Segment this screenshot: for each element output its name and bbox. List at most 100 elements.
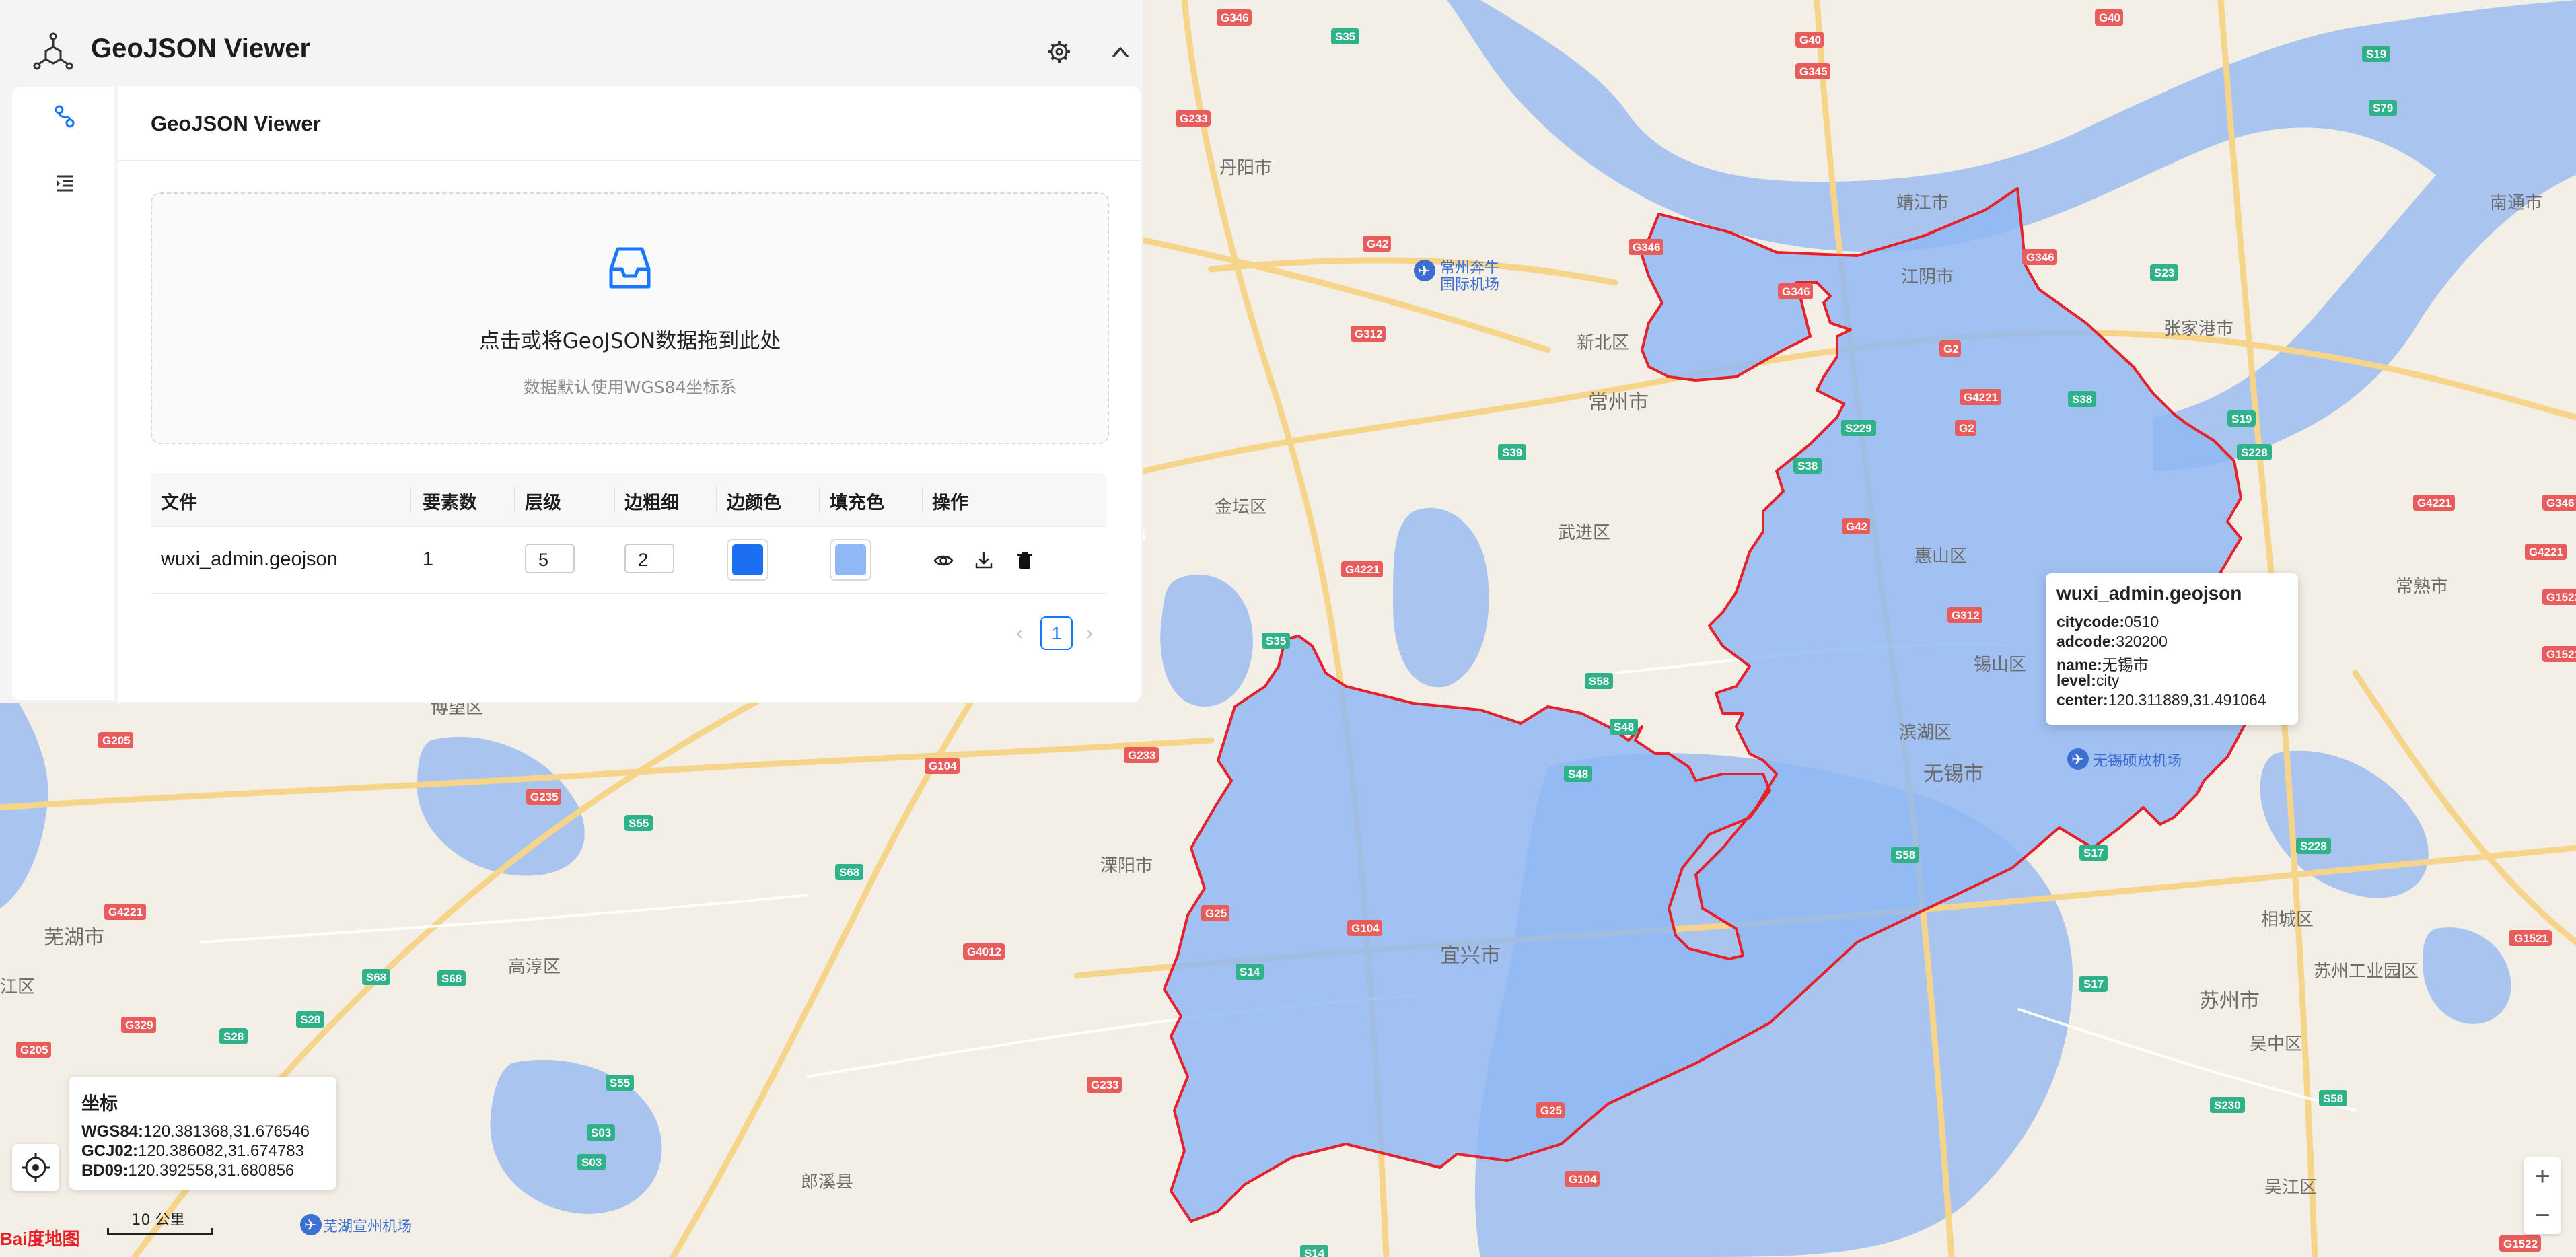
road-shield: G40: [1795, 32, 1824, 48]
download-icon[interactable]: [973, 550, 995, 571]
road-shield-label: G1521: [2514, 932, 2548, 945]
svg-text:✈: ✈: [1418, 262, 1430, 279]
place-label: 江阴市: [1901, 267, 1954, 287]
road-shield-label: G346: [1782, 285, 1810, 298]
upload-dropzone[interactable]: 点击或将GeoJSON数据拖到此处 数据默认使用WGS84坐标系: [151, 192, 1109, 444]
eye-icon[interactable]: [933, 550, 954, 571]
road-shield: G4221: [1960, 389, 2001, 405]
road-shield: S17: [2079, 976, 2108, 992]
road-shield: G4221: [2413, 495, 2455, 511]
road-shield: G205: [16, 1042, 51, 1058]
column-separator: [410, 487, 411, 512]
place-label: 苏州工业园区: [2314, 962, 2419, 982]
table-row: wuxi_admin.geojson 1 5 2: [151, 527, 1106, 594]
road-shield: G4221: [104, 904, 146, 920]
road-shield: S35: [1331, 28, 1359, 44]
place-label: 溧阳市: [1100, 856, 1153, 876]
zoom-out-button[interactable]: −: [2524, 1196, 2561, 1234]
tooltip-key: level:: [2056, 672, 2096, 689]
road-shield-label: G233: [1128, 749, 1156, 762]
road-shield-label: G235: [530, 791, 559, 803]
road-shield-label: G4221: [1345, 563, 1380, 576]
road-shield-label: S68: [441, 972, 462, 985]
road-shield: S68: [437, 970, 466, 986]
tooltip-row: adcode:320200: [2056, 633, 2168, 651]
zoom-in-button[interactable]: +: [2524, 1157, 2561, 1195]
zoom-control: + −: [2524, 1157, 2561, 1234]
road-shield: G4221: [2525, 544, 2567, 560]
feature-tooltip: wuxi_admin.geojson citycode:0510 adcode:…: [2046, 573, 2298, 725]
column-separator: [922, 487, 923, 512]
fill-color-picker[interactable]: [830, 539, 871, 581]
tooltip-value: 320200: [2116, 633, 2168, 650]
road-shield: S48: [1610, 719, 1638, 735]
road-shield: G346: [1217, 9, 1252, 26]
column-separator: [819, 487, 820, 512]
road-shield-label: G346: [1633, 241, 1661, 254]
road-shield-label: G346: [2546, 497, 2575, 509]
road-shield-label: S17: [2083, 978, 2104, 991]
road-shield: G25: [1201, 905, 1229, 921]
svg-text:✈: ✈: [304, 1217, 316, 1233]
road-shield-label: G346: [2026, 251, 2054, 264]
road-shield-label: S03: [581, 1156, 602, 1169]
column-header: 边颜色: [727, 493, 781, 513]
page-1-button[interactable]: 1: [1040, 616, 1073, 650]
road-shield-label: S35: [1335, 30, 1355, 43]
gear-icon[interactable]: [1044, 37, 1074, 67]
road-shield: G4012: [963, 943, 1005, 960]
locate-button[interactable]: [12, 1144, 59, 1191]
road-shield-label: S79: [2373, 102, 2393, 114]
road-shield: G346: [1778, 283, 1813, 299]
road-shield-label: G104: [929, 760, 957, 773]
road-shield-label: S14: [1304, 1247, 1325, 1257]
road-shield: G1521: [2510, 930, 2552, 946]
road-shield-label: G104: [1351, 922, 1380, 935]
place-label: 宜兴市: [1440, 944, 1501, 968]
road-shield: S03: [587, 1124, 615, 1141]
road-shield: G1521: [2542, 646, 2576, 662]
road-shield-label: S228: [2300, 840, 2327, 853]
road-shield-label: G42: [1846, 520, 1867, 533]
road-shield-label: S55: [629, 817, 649, 830]
road-shield-label: S35: [1266, 635, 1286, 647]
road-shield: S38: [1793, 458, 1822, 474]
coordinate-key: WGS84:: [81, 1122, 144, 1141]
road-shield-label: G4221: [108, 906, 143, 919]
indent-list-icon[interactable]: [51, 170, 78, 197]
column-header: 文件: [161, 493, 197, 513]
column-header: 填充色: [830, 493, 884, 513]
road-shield-label: G4221: [2417, 497, 2452, 509]
road-shield: S38: [2068, 391, 2096, 407]
road-shield-label: S48: [1614, 721, 1634, 733]
place-label: 常熟市: [2396, 577, 2448, 597]
route-layers-icon[interactable]: [51, 103, 78, 130]
content-title: GeoJSON Viewer: [151, 112, 321, 135]
road-shield: G40: [2095, 9, 2123, 26]
airport-icon: ✈: [1414, 260, 1435, 281]
prev-page-button[interactable]: ‹: [1011, 622, 1028, 645]
road-shield: G2: [1955, 420, 1976, 436]
coordinate-value: 120.381368,31.676546: [143, 1122, 310, 1141]
level-input[interactable]: 5: [525, 544, 575, 573]
road-shield-label: S19: [2366, 48, 2386, 61]
trash-icon[interactable]: [1014, 550, 1036, 571]
stroke-color-picker[interactable]: [727, 539, 768, 581]
road-shield: G42: [1363, 236, 1391, 252]
airport-icon: ✈: [300, 1214, 322, 1235]
panel-header: GeoJSON Viewer: [0, 0, 1143, 84]
place-label: 无锡市: [1923, 762, 1984, 786]
stroke-width-input[interactable]: 2: [624, 544, 674, 573]
svg-text:✈: ✈: [2071, 751, 2083, 768]
road-shield-label: S17: [2083, 847, 2104, 859]
app-title: GeoJSON Viewer: [91, 34, 311, 63]
road-shield-label: S229: [1845, 422, 1872, 435]
column-header: 层级: [525, 493, 561, 513]
road-shield-label: G346: [1221, 11, 1249, 24]
viewer-panel: GeoJSON Viewer GeoJSON Viewer 点击或将GeoJSO…: [0, 0, 1143, 703]
road-shield: G1522: [2542, 589, 2576, 605]
chevron-up-icon[interactable]: [1106, 37, 1135, 67]
next-page-button[interactable]: ›: [1081, 622, 1098, 645]
road-shield: G205: [98, 732, 133, 748]
road-shield: G345: [1795, 63, 1830, 79]
